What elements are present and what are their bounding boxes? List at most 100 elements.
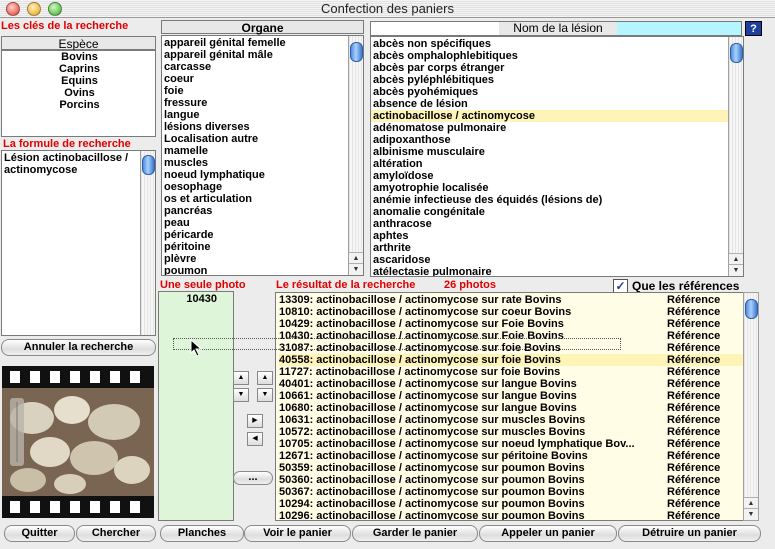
move-left-button[interactable]: ◀	[247, 432, 263, 446]
results-scrollbar[interactable]: ▲ ▼	[743, 292, 759, 521]
call-basket-button[interactable]: Appeler un panier	[479, 525, 617, 542]
organ-item[interactable]: lésions diverses	[162, 121, 348, 133]
formula-scrollbar[interactable]	[140, 151, 155, 335]
move-right-button[interactable]: ▶	[247, 414, 263, 428]
see-basket-button[interactable]: Voir le panier	[244, 525, 351, 542]
scroll-down-arrow-icon[interactable]: ▼	[349, 263, 363, 275]
species-item[interactable]: Bovins	[2, 51, 155, 63]
organ-item[interactable]: plèvre	[162, 253, 348, 265]
species-item[interactable]: Ovins	[2, 87, 155, 99]
lesion-item[interactable]: aphtes	[371, 230, 728, 242]
more-button[interactable]: ...	[233, 471, 273, 485]
table-row[interactable]: 40558: actinobacillose / actinomycose su…	[279, 354, 743, 366]
formula-scroll-thumb[interactable]	[142, 155, 155, 175]
organ-list-box[interactable]: appareil génital femelle appareil génital…	[161, 35, 364, 276]
table-row[interactable]: 10429: actinobacillose / actinomycose su…	[279, 318, 743, 330]
organ-item[interactable]: muscles	[162, 157, 348, 169]
results-scroll-thumb[interactable]	[745, 299, 758, 319]
organ-item[interactable]: os et articulation	[162, 193, 348, 205]
table-row[interactable]: 10661: actinobacillose / actinomycose su…	[279, 390, 743, 402]
move-down-button-2[interactable]: ▼	[257, 388, 273, 402]
plates-button[interactable]: Planches	[160, 525, 244, 542]
lesion-list[interactable]: abcès non spécifiques abcès omphalophlebi…	[371, 37, 728, 276]
organ-item[interactable]: appareil génital mâle	[162, 49, 348, 61]
species-item[interactable]: Equins	[2, 75, 155, 87]
lesion-item[interactable]: anémie infectieuse des équidés (lésions …	[371, 194, 728, 206]
only-references-label[interactable]: Que les références	[632, 279, 739, 293]
table-row[interactable]: 10294: actinobacillose / actinomycose su…	[279, 498, 743, 510]
results-list-box[interactable]: 13309: actinobacillose / actinomycose su…	[275, 292, 744, 521]
organ-item[interactable]: oesophage	[162, 181, 348, 193]
lesion-item[interactable]: abcès pyohémiques	[371, 86, 728, 98]
table-row[interactable]: 11727: actinobacillose / actinomycose su…	[279, 366, 743, 378]
organ-item[interactable]: noeud lymphatique	[162, 169, 348, 181]
table-row[interactable]: 10296: actinobacillose / actinomycose su…	[279, 510, 743, 520]
organ-item[interactable]: coeur	[162, 73, 348, 85]
lesion-item[interactable]: actinobacillose / actinomycose	[371, 110, 728, 122]
scroll-down-arrow-icon[interactable]: ▼	[729, 264, 743, 276]
lesion-item[interactable]: arthrite	[371, 242, 728, 254]
lesion-item[interactable]: amyloïdose	[371, 170, 728, 182]
organ-item[interactable]: carcasse	[162, 61, 348, 73]
scroll-down-arrow-icon[interactable]: ▼	[744, 508, 758, 520]
lesion-item[interactable]: anomalie congénitale	[371, 206, 728, 218]
lesion-item[interactable]: abcès non spécifiques	[371, 38, 728, 50]
organ-item[interactable]: fressure	[162, 97, 348, 109]
table-row[interactable]: 12671: actinobacillose / actinomycose su…	[279, 450, 743, 462]
window-title-bar[interactable]: Confection des paniers	[0, 0, 775, 18]
table-row[interactable]: 10680: actinobacillose / actinomycose su…	[279, 402, 743, 414]
organ-item[interactable]: Localisation autre	[162, 133, 348, 145]
single-photo-list[interactable]: 10430	[158, 291, 234, 521]
organ-item[interactable]: poumon	[162, 265, 348, 275]
cancel-search-button[interactable]: Annuler la recherche	[1, 339, 156, 356]
single-photo-item[interactable]: 10430	[159, 293, 233, 305]
organ-list[interactable]: appareil génital femelle appareil génital…	[162, 36, 348, 275]
search-button[interactable]: Chercher	[76, 525, 156, 542]
lesion-item[interactable]: abcès pyléphlébitiques	[371, 74, 728, 86]
organ-item[interactable]: péritoine	[162, 241, 348, 253]
destroy-basket-button[interactable]: Détruire un panier	[618, 525, 761, 542]
lesion-scrollbar[interactable]: ▲ ▼	[728, 37, 743, 276]
lesion-item[interactable]: abcès par corps étranger	[371, 62, 728, 74]
lesion-item[interactable]: absence de lésion	[371, 98, 728, 110]
move-up-button[interactable]: ▲	[233, 371, 249, 385]
table-row[interactable]: 50360: actinobacillose / actinomycose su…	[279, 474, 743, 486]
lesion-item[interactable]: albinisme musculaire	[371, 146, 728, 158]
organ-scroll-thumb[interactable]	[350, 42, 363, 62]
lesion-list-box[interactable]: abcès non spécifiques abcès omphalophlebi…	[370, 36, 744, 277]
lesion-item[interactable]: abcès omphalophlebitiques	[371, 50, 728, 62]
lesion-item[interactable]: adénomatose pulmonaire	[371, 122, 728, 134]
species-item[interactable]: Porcins	[2, 99, 155, 111]
species-item[interactable]: Caprins	[2, 63, 155, 75]
species-list[interactable]: Bovins Caprins Equins Ovins Porcins	[1, 50, 156, 137]
keep-basket-button[interactable]: Garder le panier	[352, 525, 478, 542]
results-list[interactable]: 13309: actinobacillose / actinomycose su…	[276, 293, 743, 520]
table-row[interactable]: 10810: actinobacillose / actinomycose su…	[279, 306, 743, 318]
lesion-item[interactable]: altération	[371, 158, 728, 170]
organ-item[interactable]: peau	[162, 217, 348, 229]
organ-item[interactable]: péricarde	[162, 229, 348, 241]
lesion-item[interactable]: anthracose	[371, 218, 728, 230]
help-button[interactable]: ?	[745, 21, 762, 36]
search-formula-box[interactable]: Lésion actinobacillose / actinomycose	[1, 150, 156, 336]
organ-scrollbar[interactable]: ▲ ▼	[348, 36, 363, 275]
table-row[interactable]: 50359: actinobacillose / actinomycose su…	[279, 462, 743, 474]
lesion-item[interactable]: adipoxanthose	[371, 134, 728, 146]
organ-item[interactable]: appareil génital femelle	[162, 37, 348, 49]
table-row[interactable]: 50367: actinobacillose / actinomycose su…	[279, 486, 743, 498]
table-row[interactable]: 10572: actinobacillose / actinomycose su…	[279, 426, 743, 438]
lesion-scroll-thumb[interactable]	[730, 43, 743, 63]
organ-item[interactable]: langue	[162, 109, 348, 121]
lesion-item[interactable]: atélectasie pulmonaire	[371, 266, 728, 276]
lesion-item[interactable]: ascaridose	[371, 254, 728, 266]
lesion-item[interactable]: amyotrophie localisée	[371, 182, 728, 194]
table-row[interactable]: 13309: actinobacillose / actinomycose su…	[279, 294, 743, 306]
table-row[interactable]: 10631: actinobacillose / actinomycose su…	[279, 414, 743, 426]
organ-item[interactable]: foie	[162, 85, 348, 97]
table-row[interactable]: 10705: actinobacillose / actinomycose su…	[279, 438, 743, 450]
move-down-button[interactable]: ▼	[233, 388, 249, 402]
organ-item[interactable]: mamelle	[162, 145, 348, 157]
quit-button[interactable]: Quitter	[4, 525, 75, 542]
move-up-button-2[interactable]: ▲	[257, 371, 273, 385]
table-row[interactable]: 40401: actinobacillose / actinomycose su…	[279, 378, 743, 390]
